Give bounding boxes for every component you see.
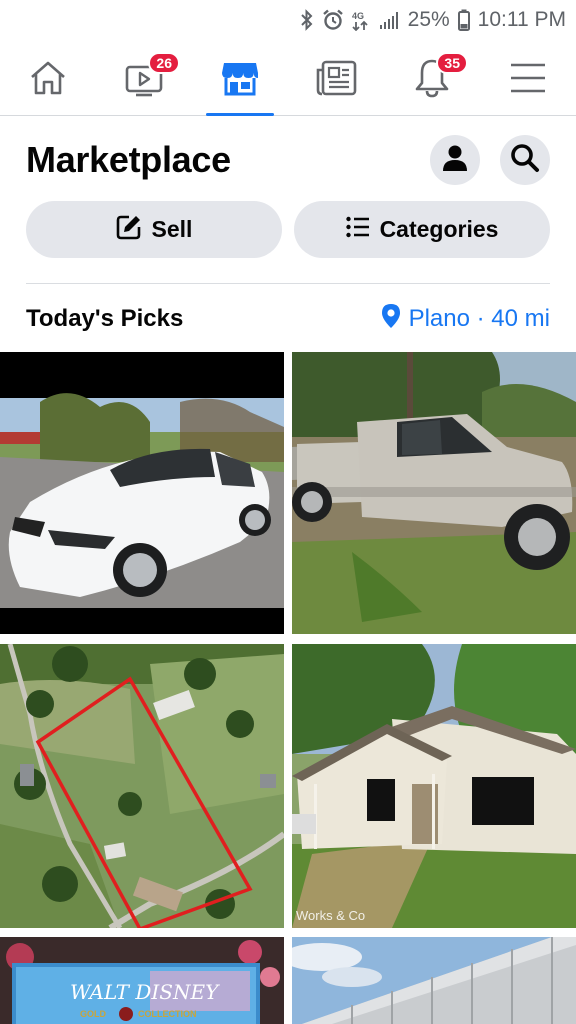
search-icon: [510, 143, 540, 178]
edit-icon: [116, 214, 142, 246]
listing-aerial-land[interactable]: [0, 644, 284, 928]
listing-white-sedan[interactable]: [0, 352, 284, 634]
notifications-badge: 35: [436, 52, 468, 74]
photo-watermark: Works & Co: [296, 908, 365, 923]
menu-icon: [509, 61, 547, 95]
search-button[interactable]: [500, 135, 550, 185]
watch-badge: 26: [148, 52, 180, 74]
home-icon: [28, 58, 68, 98]
vhs-brand-text: WALT DISNEY: [70, 980, 220, 1004]
sell-button[interactable]: Sell: [26, 201, 282, 258]
action-buttons: Sell Categories: [26, 201, 550, 258]
vhs-gold-text: GOLD: [80, 1009, 106, 1019]
sell-label: Sell: [151, 216, 193, 242]
nav-notifications[interactable]: 35: [384, 40, 480, 115]
page-title: Marketplace: [26, 139, 231, 180]
news-icon: [315, 58, 357, 98]
divider: [26, 283, 550, 284]
vhs-photo: WALT DISNEY GOLD COLLECTION: [0, 937, 284, 1024]
signal-icon: [378, 10, 400, 30]
nav-marketplace[interactable]: [192, 40, 288, 116]
listing-metal-building[interactable]: [292, 937, 576, 1024]
aerial-photo: [0, 644, 284, 928]
building-photo: [292, 937, 576, 1024]
nav-news[interactable]: [288, 40, 384, 115]
picks-header: Today's Picks Plano · 40 mi: [26, 298, 550, 340]
list-icon: [345, 216, 370, 244]
profile-button[interactable]: [430, 135, 480, 185]
vhs-collection-text: COLLECTION: [138, 1009, 197, 1019]
listing-white-house[interactable]: Works & Co: [292, 644, 576, 928]
sedan-photo: [0, 352, 284, 634]
location-filter[interactable]: Plano · 40 mi: [381, 303, 550, 336]
nav-watch[interactable]: 26: [96, 40, 192, 115]
location-pin-icon: [381, 303, 401, 336]
nav-home[interactable]: [0, 40, 96, 115]
battery-percent: 25%: [407, 8, 450, 31]
bluetooth-icon: [300, 9, 314, 31]
top-nav: 26 35: [0, 40, 576, 116]
categories-label: Categories: [379, 216, 499, 242]
marketplace-header: Marketplace: [26, 130, 550, 190]
house-photo: Works & Co: [292, 644, 576, 928]
status-bar: 4G 25% 10:11 PM: [0, 0, 576, 40]
listing-silver-pickup[interactable]: [292, 352, 576, 634]
listing-disney-vhs[interactable]: WALT DISNEY GOLD COLLECTION: [0, 937, 284, 1024]
marketplace-icon: [220, 58, 260, 98]
pickup-photo: [292, 352, 576, 634]
data-icon: 4G: [352, 9, 370, 31]
svg-text:4G: 4G: [352, 11, 364, 21]
section-title: Today's Picks: [26, 305, 184, 332]
location-label: Plano · 40 mi: [408, 305, 550, 332]
battery-icon: [457, 9, 470, 31]
nav-menu[interactable]: [480, 40, 576, 115]
clock: 10:11 PM: [477, 8, 566, 31]
person-icon: [441, 144, 469, 177]
categories-button[interactable]: Categories: [294, 201, 550, 258]
alarm-icon: [322, 9, 344, 31]
